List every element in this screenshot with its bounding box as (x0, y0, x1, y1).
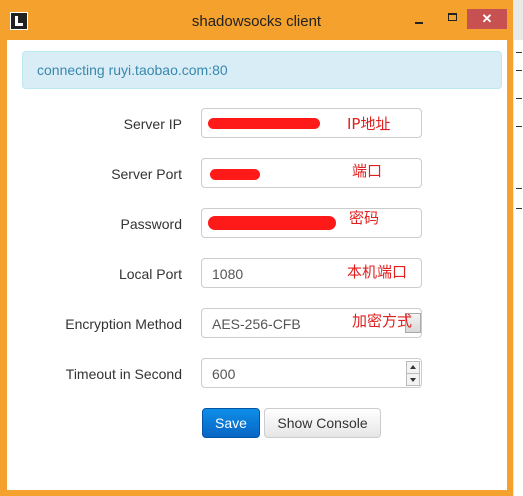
status-alert: connecting ruyi.taobao.com:80 (22, 51, 502, 89)
timeout-value: 600 (212, 366, 236, 382)
password-input[interactable] (201, 208, 422, 238)
password-row: Password 密码 (7, 208, 507, 240)
timeout-label: Timeout in Second (65, 366, 182, 382)
title-bar[interactable]: shadowsocks client ✕ (0, 0, 513, 40)
encryption-row: Encryption Method AES-256-CFB 加密方式 (7, 308, 507, 340)
save-button[interactable]: Save (202, 408, 260, 438)
encryption-label: Encryption Method (65, 316, 182, 332)
password-annotation: 密码 (349, 209, 380, 227)
client-area: connecting ruyi.taobao.com:80 Server IP … (7, 40, 507, 490)
server-port-label: Server Port (111, 166, 182, 182)
show-console-button[interactable]: Show Console (264, 408, 381, 438)
timeout-row: Timeout in Second 600 (7, 358, 507, 390)
maximize-button[interactable] (440, 8, 466, 30)
background-page-edge (514, 40, 523, 496)
close-button[interactable]: ✕ (467, 9, 507, 29)
spin-down-icon[interactable] (406, 373, 420, 386)
server-ip-label: Server IP (123, 116, 182, 132)
shadowsocks-window: shadowsocks client ✕ connecting ruyi.tao… (0, 0, 513, 496)
server-ip-row: Server IP IP地址 (7, 108, 507, 140)
server-port-input[interactable] (201, 158, 422, 188)
password-label: Password (120, 216, 182, 232)
timeout-stepper[interactable]: 600 (201, 358, 422, 388)
redaction-mark (208, 118, 320, 129)
local-port-annotation: 本机端口 (347, 263, 408, 281)
server-ip-annotation: IP地址 (347, 115, 391, 133)
redaction-mark (210, 169, 260, 180)
encryption-value: AES-256-CFB (212, 316, 301, 332)
local-port-label: Local Port (118, 266, 182, 282)
local-port-value: 1080 (212, 266, 244, 282)
server-port-annotation: 端口 (352, 162, 383, 180)
encryption-annotation: 加密方式 (352, 312, 413, 330)
server-port-row: Server Port 端口 (7, 158, 507, 190)
minimize-button[interactable] (406, 8, 432, 30)
window-title: shadowsocks client (191, 13, 322, 30)
redaction-mark (208, 216, 336, 230)
local-port-row: Local Port 1080 本机端口 (7, 258, 507, 290)
